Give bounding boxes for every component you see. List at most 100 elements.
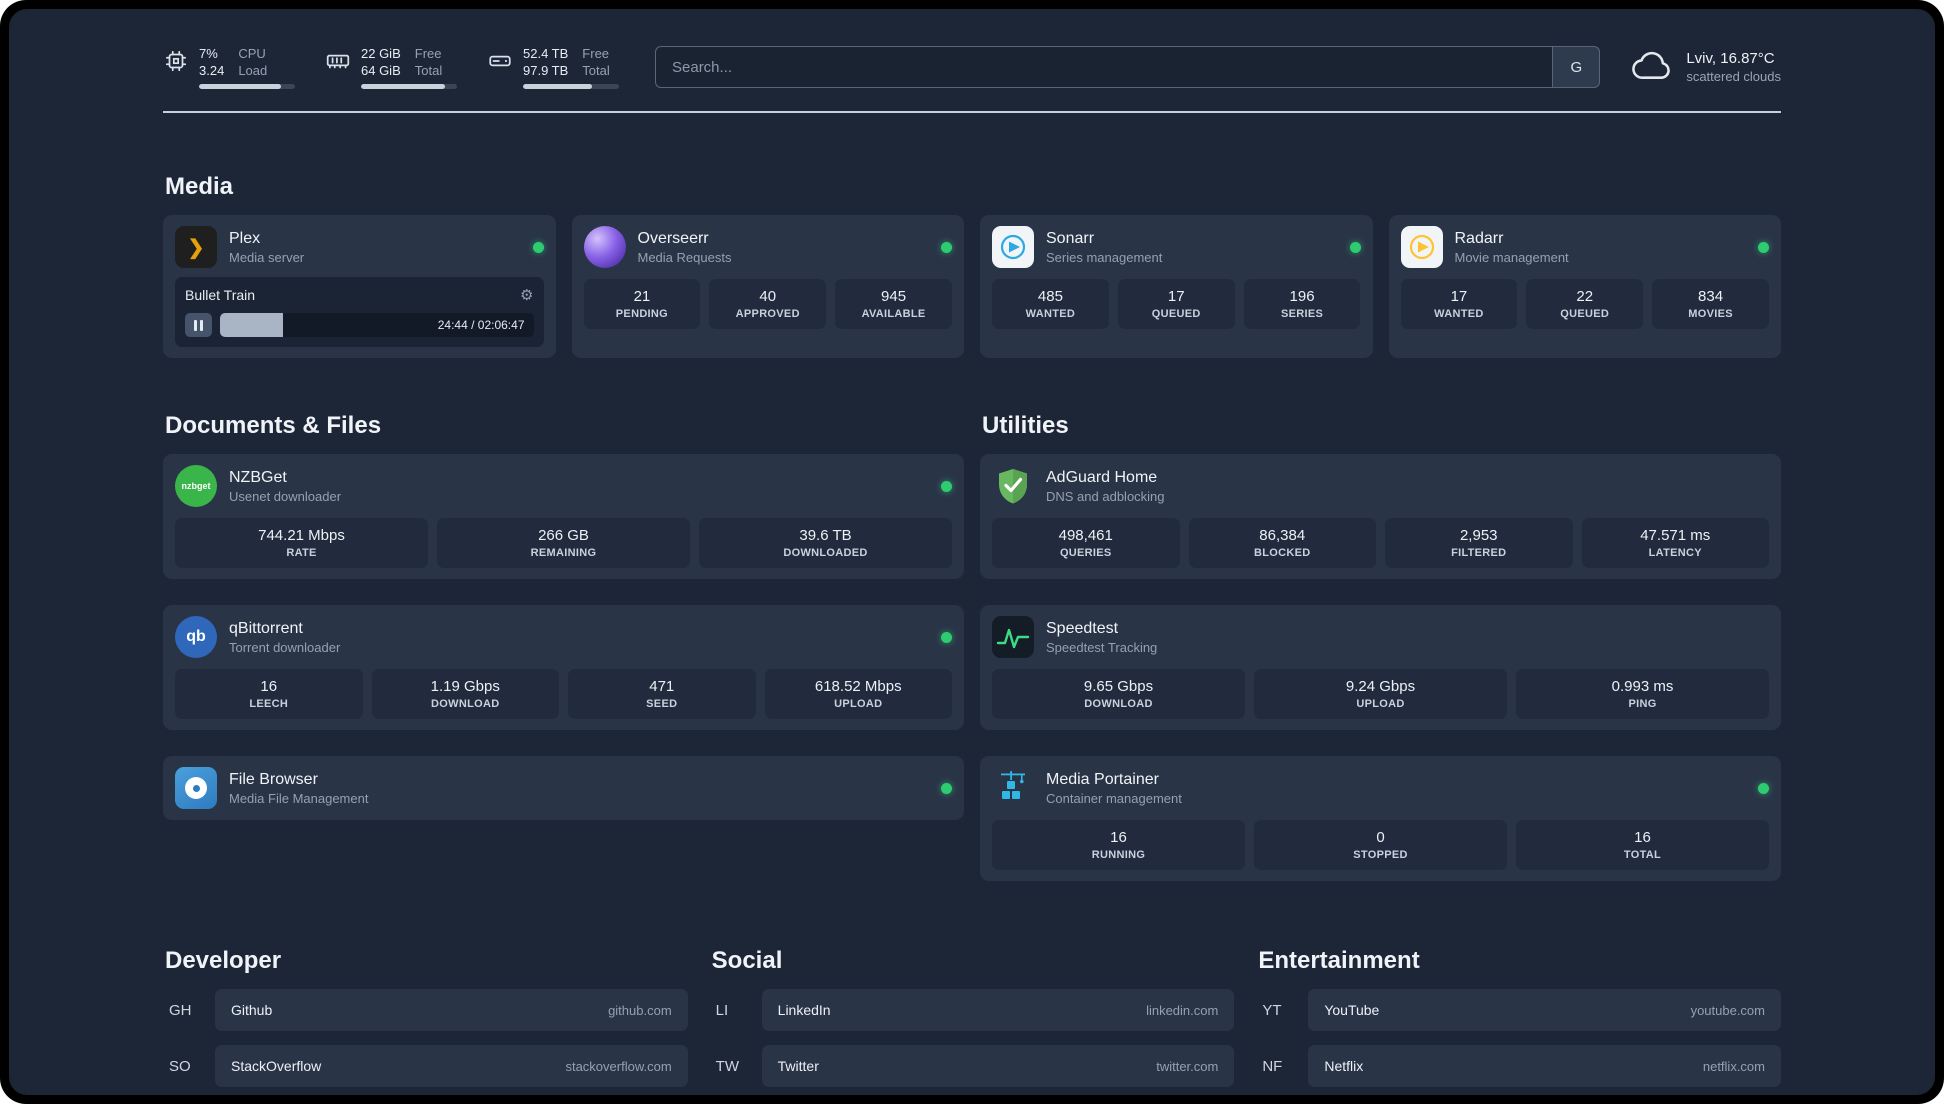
stat-movies: 834 MOVIES: [1652, 279, 1769, 329]
speedtest-link[interactable]: Speedtest Speedtest Tracking: [992, 616, 1769, 658]
disk-total-label: Total: [582, 63, 610, 78]
section-utilities: Utilities AdGuard Home DNS and adblockin…: [980, 412, 1781, 881]
search-provider-button[interactable]: G: [1552, 46, 1601, 88]
bookmark-link-youtube[interactable]: YouTube youtube.com: [1308, 989, 1781, 1031]
playback-progress-fill: [220, 313, 283, 337]
stat-leech: 16 LEECH: [175, 669, 363, 719]
stat-blocked: 86,384 BLOCKED: [1188, 518, 1376, 568]
bookmark-github: GH Github github.com: [163, 989, 688, 1031]
search-bar: G: [655, 46, 1601, 88]
service-description: Series management: [1046, 249, 1163, 265]
portainer-link[interactable]: Media Portainer Container management: [992, 767, 1769, 809]
cpu-load-label: Load: [238, 63, 268, 78]
stat-ping: 0.993 ms PING: [1516, 669, 1769, 719]
service-name: Radarr: [1454, 229, 1504, 247]
service-card-filebrowser: File Browser Media File Management: [163, 756, 964, 820]
status-dot: [1758, 782, 1769, 794]
radarr-link[interactable]: Radarr Movie management: [1400, 226, 1769, 268]
stat-wanted: 17 WANTED: [1400, 279, 1518, 329]
bookmark-link-netflix[interactable]: Netflix netflix.com: [1308, 1045, 1781, 1087]
section-documents: Documents & Files nzbget NZBGet Usenet d…: [163, 412, 964, 881]
sonarr-icon: [992, 226, 1034, 268]
memory-total-label: Total: [414, 63, 443, 78]
cpu-widget: 7% 3.24 CPU Load: [163, 45, 295, 89]
service-description: Container management: [1046, 790, 1182, 806]
memory-free-value: 22 GiB: [361, 46, 401, 61]
disk-free-value: 52.4 TB: [523, 46, 569, 61]
cpu-label: CPU: [238, 46, 266, 61]
qbittorrent-link[interactable]: qb qBittorrent Torrent downloader: [175, 616, 952, 658]
nzbget-link[interactable]: nzbget NZBGet Usenet downloader: [175, 465, 952, 507]
bookmark-linkedin: LI LinkedIn linkedin.com: [710, 989, 1235, 1031]
service-description: Usenet downloader: [229, 488, 342, 504]
stat-downloaded: 39.6 TB DOWNLOADED: [699, 518, 952, 568]
bookmark-link-github[interactable]: Github github.com: [215, 989, 688, 1031]
bookmark-netflix: NF Netflix netflix.com: [1256, 1045, 1781, 1087]
service-card-speedtest: Speedtest Speedtest Tracking 9.65 Gbps D…: [980, 605, 1781, 730]
bookmark-abbr: NF: [1262, 1057, 1283, 1075]
window-frame: 7% 3.24 CPU Load 22 GiB 64 GiB Free Tota…: [0, 0, 1944, 1104]
sonarr-link[interactable]: Sonarr Series management: [992, 226, 1361, 268]
cloud-icon: [1630, 46, 1674, 89]
search-input[interactable]: [655, 46, 1553, 88]
section-title-media: Media: [165, 173, 234, 200]
pause-button[interactable]: [185, 313, 212, 337]
stat-available: 945 AVAILABLE: [835, 279, 952, 329]
status-dot: [1758, 241, 1769, 253]
radarr-icon: [1400, 226, 1443, 268]
now-playing-title: Bullet Train: [185, 287, 256, 303]
service-description: Media File Management: [229, 790, 369, 806]
stat-wanted: 485 WANTED: [992, 279, 1109, 329]
service-description: DNS and adblocking: [1046, 488, 1165, 504]
topbar-divider: [163, 111, 1781, 113]
gear-icon[interactable]: ⚙: [520, 286, 533, 304]
bookmark-abbr: YT: [1262, 1001, 1282, 1019]
disk-free-label: Free: [582, 46, 610, 61]
overseerr-link[interactable]: Overseerr Media Requests: [583, 226, 952, 268]
stat-upload: 618.52 Mbps UPLOAD: [764, 669, 952, 719]
status-dot: [941, 782, 952, 794]
bookmark-link-linkedin[interactable]: LinkedIn linkedin.com: [761, 989, 1235, 1031]
stat-approved: 40 APPROVED: [709, 279, 827, 329]
status-dot: [941, 480, 952, 492]
stat-pending: 21 PENDING: [583, 279, 701, 329]
service-name: NZBGet: [229, 468, 287, 486]
bookmark-link-stackoverflow[interactable]: StackOverflow stackoverflow.com: [215, 1045, 688, 1087]
service-description: Movie management: [1454, 249, 1569, 265]
service-card-plex: ❯ Plex Media server Bullet Train ⚙ 24:44…: [163, 215, 556, 358]
service-card-adguard: AdGuard Home DNS and adblocking 498,461 …: [980, 454, 1781, 579]
service-name: Sonarr: [1046, 229, 1095, 247]
playback-progress-bar[interactable]: 24:44 / 02:06:47: [220, 313, 534, 337]
section-title-utilities: Utilities: [982, 412, 1069, 439]
adguard-link[interactable]: AdGuard Home DNS and adblocking: [992, 465, 1769, 507]
service-name: AdGuard Home: [1046, 468, 1158, 486]
weather-widget[interactable]: Lviv, 16.87°C scattered clouds: [1630, 46, 1781, 89]
stat-latency: 47.571 ms LATENCY: [1581, 518, 1769, 568]
portainer-icon: [992, 767, 1034, 809]
memory-total-value: 64 GiB: [361, 63, 401, 78]
plex-link[interactable]: ❯ Plex Media server: [175, 226, 544, 268]
stat-total: 16 TOTAL: [1516, 820, 1769, 870]
disk-progress-bar: [523, 84, 619, 89]
service-card-portainer: Media Portainer Container management 16 …: [980, 756, 1781, 881]
overseerr-icon: [583, 226, 626, 268]
section-title-documents: Documents & Files: [165, 412, 382, 439]
service-description: Media Requests: [637, 249, 732, 265]
memory-icon: [325, 48, 351, 74]
stat-download: 9.65 Gbps DOWNLOAD: [992, 669, 1245, 719]
playback-time: 24:44 / 02:06:47: [437, 318, 525, 332]
filebrowser-link[interactable]: File Browser Media File Management: [175, 767, 952, 809]
cpu-usage-value: 7%: [199, 46, 218, 61]
bookmark-abbr: LI: [715, 1001, 729, 1019]
section-social: Social LI LinkedIn linkedin.com TW Twitt…: [710, 947, 1235, 1095]
plex-now-playing: Bullet Train ⚙ 24:44 / 02:06:47: [175, 277, 544, 347]
section-media: Media ❯ Plex Media server Bullet Train ⚙: [163, 173, 1781, 358]
section-title-developer: Developer: [165, 947, 282, 974]
stat-running: 16 RUNNING: [992, 820, 1245, 870]
disk-widget: 52.4 TB 97.9 TB Free Total: [487, 45, 619, 89]
service-name: Media Portainer: [1046, 770, 1159, 788]
section-entertainment: Entertainment YT YouTube youtube.com NF …: [1256, 947, 1781, 1095]
memory-widget: 22 GiB 64 GiB Free Total: [325, 45, 457, 89]
bookmark-link-twitter[interactable]: Twitter twitter.com: [761, 1045, 1235, 1087]
stat-queries: 498,461 QUERIES: [992, 518, 1180, 568]
